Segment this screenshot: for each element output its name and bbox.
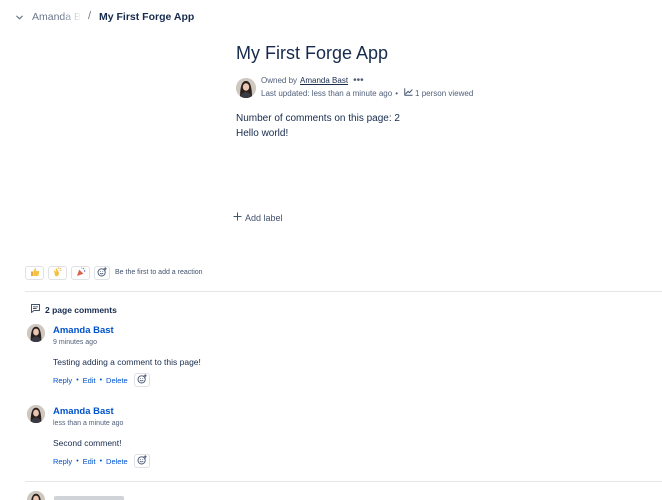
delete-button[interactable]: Delete [106,457,128,466]
comment-actions: Reply • Edit • Delete [53,373,150,387]
comments-count: 2 page comments [45,304,117,315]
breadcrumb-current[interactable]: My First Forge App [99,11,194,23]
breadcrumb-parent[interactable]: Amanda Bast [32,11,82,23]
comment-timestamp[interactable]: 9 minutes ago [53,339,97,346]
comment-editor-placeholder[interactable] [54,496,124,500]
top-bar: Amanda Bast / My First Forge App [0,0,662,34]
owned-by-label: Owned by [261,76,298,85]
breadcrumb-separator: / [88,10,92,22]
comment-body: Second comment! [53,438,122,448]
edit-button[interactable]: Edit [83,457,96,466]
page-body: Number of comments on this page: 2 Hello… [236,111,400,141]
add-label-button[interactable]: Add label [233,212,283,223]
reaction-clapping-hands[interactable] [48,265,67,280]
add-reaction-button[interactable] [133,454,150,468]
byline-owner-row: Owned by Amanda Bast ••• [261,75,364,85]
reaction-prompt: Be the first to add a reaction [115,269,203,276]
comment: Amanda Bast 9 minutes ago Testing adding… [25,324,645,394]
reaction-thumbs-up[interactable] [25,265,44,280]
comment: Amanda Bast less than a minute ago Secon… [25,405,645,475]
add-reaction-button[interactable] [133,373,150,387]
avatar[interactable] [27,405,45,423]
comment-author[interactable]: Amanda Bast [53,325,114,336]
add-reaction-button[interactable] [94,264,110,282]
page-title: My First Forge App [236,43,389,63]
last-updated[interactable]: Last updated: less than a minute ago [261,89,392,98]
avatar[interactable] [236,78,256,98]
edit-button[interactable]: Edit [83,376,96,385]
clapping-hands-icon [53,266,63,279]
emoji-add-icon [97,264,107,282]
reactions-bar: Be the first to add a reaction [25,265,203,280]
add-label-text: Add label [245,212,283,223]
page-views[interactable]: 1 person viewed [404,88,473,98]
emoji-add-icon [137,455,147,467]
owner-link[interactable]: Amanda Bast [300,76,348,85]
comment-actions: Reply • Edit • Delete [53,454,150,468]
plus-icon [233,212,242,223]
viewed-count: 1 person viewed [415,88,474,98]
comment-body: Testing adding a comment to this page! [53,357,201,367]
reply-button[interactable]: Reply [53,376,72,385]
body-line: Number of comments on this page: 2 [236,113,400,124]
chevron-down-icon[interactable] [12,10,26,24]
delete-button[interactable]: Delete [106,376,128,385]
party-popper-icon [76,266,86,279]
comment-author[interactable]: Amanda Bast [53,406,114,417]
action-separator: • [76,376,79,384]
byline-meta-row: Last updated: less than a minute ago • 1… [261,88,473,98]
divider [25,481,662,482]
reply-button[interactable]: Reply [53,457,72,466]
comment-icon [30,303,41,316]
comments-header: 2 page comments [30,303,117,316]
emoji-add-icon [137,374,147,386]
action-separator: • [99,457,103,465]
body-line: Hello world! [236,128,289,139]
action-separator: • [76,457,79,465]
avatar [27,491,45,500]
action-separator: • [99,376,103,384]
byline-bullet: • [395,88,399,98]
more-actions-button[interactable]: ••• [353,75,364,85]
page-byline: Owned by Amanda Bast ••• Last updated: l… [236,75,536,100]
reaction-party-popper[interactable] [71,265,90,280]
divider [25,291,662,292]
avatar[interactable] [27,324,45,342]
analytics-icon [404,88,413,98]
comment-timestamp[interactable]: less than a minute ago [53,420,123,427]
thumbs-up-icon [30,267,40,279]
